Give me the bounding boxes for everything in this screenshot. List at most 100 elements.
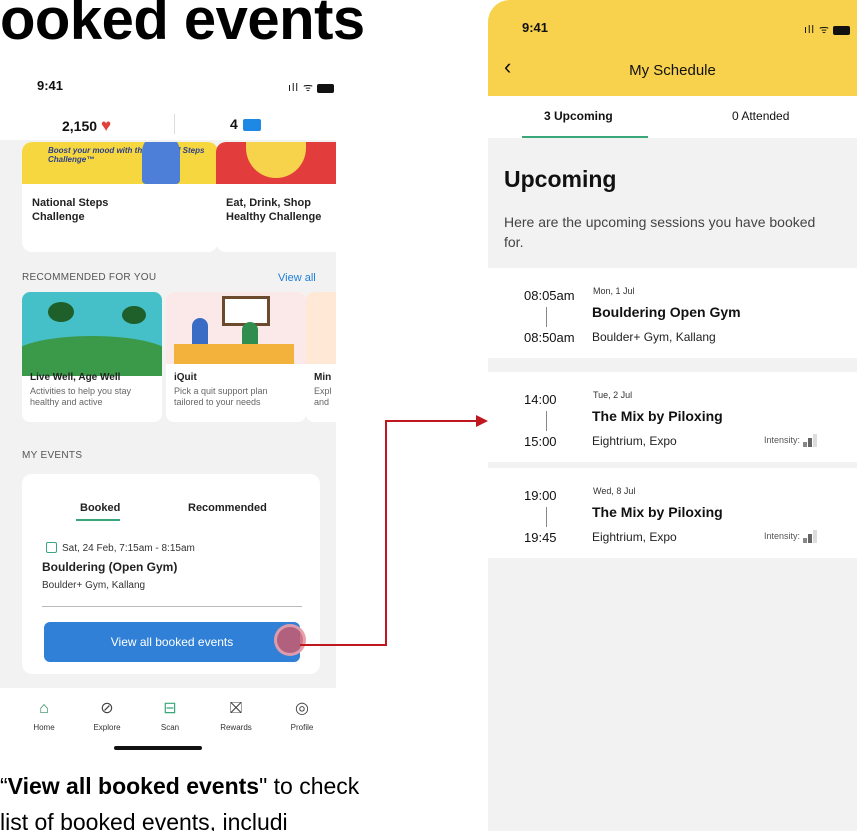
nav-label: Scan: [160, 723, 180, 732]
schedule-screen: 9:41 ıll ᯤ ‹ My Schedule 3 Upcoming 0 At…: [488, 0, 857, 831]
caption-bold: View all booked events: [7, 773, 260, 799]
slide-heading: ooked events: [0, 0, 365, 52]
runner-illustration: [142, 142, 180, 184]
challenge-image-steps: Boost your mood with the National Steps …: [22, 142, 218, 184]
page-title: My Schedule: [629, 62, 716, 79]
nav-label: Explore: [93, 723, 121, 732]
session-venue: Boulder+ Gym, Kallang: [592, 330, 716, 344]
divider: [42, 606, 302, 607]
intensity-label: Intensity:: [764, 435, 801, 445]
recommended-card[interactable]: Min Expl and: [306, 292, 336, 422]
home-screen: 9:41 ıll ᯤ 2,150 ♥ 4 Boost your mood with…: [0, 64, 336, 754]
recommended-card[interactable]: Live Well, Age Well Activities to help y…: [22, 292, 162, 422]
session-end: 19:45: [524, 530, 557, 545]
schedule-header: 9:41 ıll ᯤ ‹ My Schedule: [488, 0, 857, 96]
event-title[interactable]: Bouldering (Open Gym): [42, 560, 177, 574]
home-indicator: [114, 746, 202, 750]
status-time: 9:41: [37, 78, 64, 93]
home-icon: ⌂: [39, 700, 49, 717]
session-date: Mon, 1 Jul: [593, 286, 635, 296]
bottom-nav: ⌂ Home ⊘ Explore ⊟ Scan ⛝ Rewards ◎ Profile: [0, 688, 336, 754]
session-date: Tue, 2 Jul: [593, 390, 633, 400]
signal-wifi-icon: ıll ᯤ: [804, 24, 831, 36]
tab-booked[interactable]: Booked: [80, 502, 120, 514]
nav-label: Profile: [290, 723, 314, 732]
event-date-text: Sat, 24 Feb, 7:15am - 8:15am: [62, 543, 195, 554]
status-bar: 9:41 ıll ᯤ: [0, 64, 336, 108]
heart-icon: ♥: [101, 116, 112, 135]
session-venue: Eightrium, Expo: [592, 434, 677, 448]
session-name: Bouldering Open Gym: [592, 304, 741, 320]
session-end: 15:00: [524, 434, 557, 449]
session-card[interactable]: 14:00 15:00 Tue, 2 Jul The Mix by Piloxi…: [488, 372, 857, 462]
nav-label: Home: [33, 723, 55, 732]
challenge-title: Eat, Drink, Shop Healthy Challenge: [226, 197, 322, 223]
time-connector: [546, 507, 547, 527]
view-all-booked-events-button[interactable]: View all booked events: [44, 622, 300, 662]
nav-item-rewards[interactable]: ⛝ Rewards: [206, 700, 266, 732]
session-intensity: Intensity:: [764, 530, 818, 543]
challenge-title: National Steps Challenge: [32, 197, 109, 223]
nav-item-home[interactable]: ⌂ Home: [14, 700, 74, 732]
event-date: Sat, 24 Feb, 7:15am - 8:15am: [46, 542, 195, 554]
caption-quote: “: [0, 773, 8, 799]
session-start: 19:00: [524, 488, 557, 503]
session-name: The Mix by Piloxing: [592, 504, 723, 520]
healthy-challenge-badge: [246, 142, 306, 178]
divider: [174, 114, 175, 134]
tap-indicator: [274, 624, 306, 656]
recommended-desc: Activities to help you stay healthy and …: [30, 386, 132, 407]
intensity-bars-icon: [803, 530, 818, 543]
caption-rest: " to check: [259, 773, 360, 799]
nav-item-profile[interactable]: ◎ Profile: [272, 700, 332, 732]
recommended-title: Min: [314, 372, 332, 383]
tab-attended[interactable]: 0 Attended: [732, 109, 789, 123]
recommended-image-iquit: [166, 292, 306, 364]
challenge-card-steps[interactable]: Boost your mood with the National Steps …: [22, 142, 218, 252]
recommended-image-mind: [306, 292, 336, 364]
nav-item-scan[interactable]: ⊟ Scan: [140, 700, 200, 732]
caption-line2: list of booked events, includi: [0, 809, 288, 831]
slide-caption: “View all booked events" to check list o…: [0, 768, 359, 831]
view-all-link[interactable]: View all: [278, 272, 316, 284]
section-heading: Upcoming: [504, 166, 617, 192]
session-start: 08:05am: [524, 288, 575, 303]
my-events-card: Booked Recommended Sat, 24 Feb, 7:15am -…: [22, 474, 320, 674]
ticket-balance[interactable]: 4: [230, 116, 261, 132]
event-venue: Boulder+ Gym, Kallang: [42, 580, 146, 591]
session-name: The Mix by Piloxing: [592, 408, 723, 424]
time-connector: [546, 307, 547, 327]
session-start: 14:00: [524, 392, 557, 407]
session-date: Wed, 8 Jul: [593, 486, 636, 496]
active-tab-indicator: [522, 136, 648, 138]
intensity-bars-icon: [803, 434, 818, 447]
points-balance[interactable]: 2,150 ♥: [62, 116, 111, 136]
session-end: 08:50am: [524, 330, 575, 345]
challenge-promo-text: Boost your mood with the National Steps …: [48, 146, 205, 164]
compass-icon: ⊘: [100, 700, 114, 717]
nav-label: Rewards: [220, 723, 252, 732]
challenge-image-healthy: [216, 142, 336, 184]
signal-wifi-icon: ıll ᯤ: [288, 82, 315, 94]
battery-icon: [833, 25, 851, 35]
nav-item-explore[interactable]: ⊘ Explore: [77, 700, 137, 732]
section-label-my-events: MY EVENTS: [22, 450, 83, 461]
tab-upcoming[interactable]: 3 Upcoming: [544, 109, 613, 123]
session-card[interactable]: 08:05am 08:50am Mon, 1 Jul Bouldering Op…: [488, 268, 857, 358]
points-bar: 2,150 ♥ 4: [0, 108, 336, 140]
intensity-label: Intensity:: [764, 531, 801, 541]
gift-icon: ⛝: [229, 700, 243, 717]
session-intensity: Intensity:: [764, 434, 818, 447]
schedule-tabs: 3 Upcoming 0 Attended: [488, 96, 857, 138]
challenge-card-eat-drink-shop[interactable]: Eat, Drink, Shop Healthy Challenge: [216, 142, 336, 252]
status-icons: ıll ᯤ: [804, 22, 851, 37]
scan-icon: ⊟: [163, 700, 177, 717]
tab-recommended[interactable]: Recommended: [188, 502, 267, 514]
points-value: 2,150: [62, 118, 98, 134]
session-venue: Eightrium, Expo: [592, 530, 677, 544]
recommended-card[interactable]: iQuit Pick a quit support plan tailored …: [166, 292, 306, 422]
status-icons: ıll ᯤ: [288, 80, 335, 95]
session-card[interactable]: 19:00 19:45 Wed, 8 Jul The Mix by Piloxi…: [488, 468, 857, 558]
status-time: 9:41: [522, 20, 549, 35]
ticket-icon: [242, 119, 261, 132]
